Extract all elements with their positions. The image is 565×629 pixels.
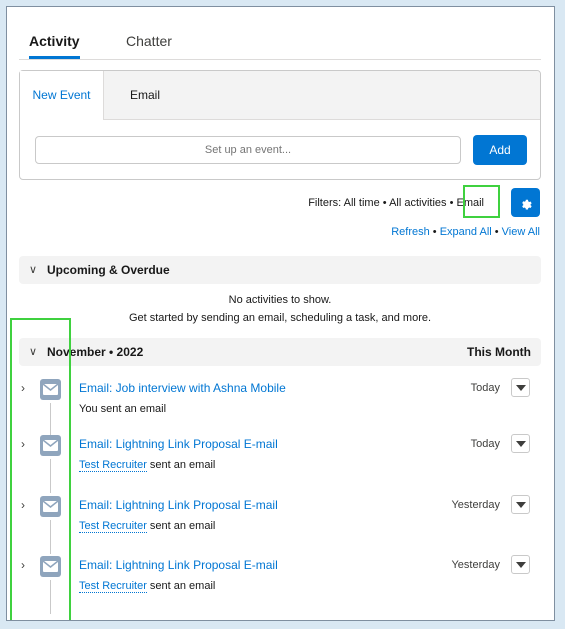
- activity-description-text: sent an email: [146, 459, 216, 471]
- item-actions-menu[interactable]: [511, 495, 530, 514]
- chevron-down-icon: [516, 441, 526, 447]
- tab-activity[interactable]: Activity: [29, 33, 80, 59]
- tab-chatter[interactable]: Chatter: [126, 33, 172, 49]
- refresh-link[interactable]: Refresh: [391, 226, 430, 238]
- view-all-link[interactable]: View All: [502, 226, 540, 238]
- timeline-item: › Email: Lightning Link Proposal E-mail …: [7, 495, 554, 558]
- section-title: Upcoming & Overdue: [47, 263, 170, 277]
- timeline-links: Refresh • Expand All • View All: [391, 226, 540, 238]
- month-section-header[interactable]: ∨ November • 2022 This Month: [19, 338, 541, 366]
- person-link[interactable]: Test Recruiter: [79, 459, 147, 472]
- person-link[interactable]: Test Recruiter: [79, 520, 147, 533]
- chevron-down-icon: ∨: [29, 264, 38, 276]
- tab-new-event[interactable]: New Event: [20, 71, 104, 120]
- timeline-item: › Email: Job interview with Ashna Mobile…: [7, 378, 554, 441]
- activity-description: Test Recruiter sent an email: [79, 580, 216, 593]
- activity-composer: New Event Email Add: [19, 70, 541, 180]
- activity-date: Today: [470, 382, 500, 394]
- activity-subject-link[interactable]: Email: Lightning Link Proposal E-mail: [79, 437, 278, 451]
- person-link[interactable]: Test Recruiter: [79, 580, 147, 593]
- event-input[interactable]: [35, 136, 461, 164]
- timeline-item: › Email: Lightning Link Proposal E-mail …: [7, 434, 554, 497]
- timeline-item: › Email: Lightning Link Proposal E-mail …: [7, 555, 554, 618]
- activity-subject-link[interactable]: Email: Lightning Link Proposal E-mail: [79, 558, 278, 572]
- activity-date: Yesterday: [451, 499, 500, 511]
- expand-all-link[interactable]: Expand All: [440, 226, 492, 238]
- gear-icon: [522, 199, 532, 210]
- item-actions-menu[interactable]: [511, 434, 530, 453]
- chevron-down-icon: [516, 502, 526, 508]
- activity-description: Test Recruiter sent an email: [79, 459, 216, 472]
- section-right-label: This Month: [467, 345, 531, 359]
- activity-description-text: sent an email: [146, 520, 216, 532]
- highlight-box: [463, 185, 500, 218]
- link-separator: •: [429, 226, 440, 238]
- empty-message: No activities to show.: [228, 294, 332, 306]
- empty-hint: Get started by sending an email, schedul…: [128, 312, 432, 324]
- activity-subject-link[interactable]: Email: Lightning Link Proposal E-mail: [79, 498, 278, 512]
- activity-subject-link[interactable]: Email: Job interview with Ashna Mobile: [79, 381, 286, 395]
- highlight-box: [10, 318, 71, 620]
- tab-email[interactable]: Email: [130, 71, 160, 119]
- filter-settings-button[interactable]: [511, 188, 540, 217]
- activity-description: You sent an email: [79, 403, 166, 415]
- filters-text: Filters: All time • All activities • Ema…: [308, 197, 484, 209]
- item-actions-menu[interactable]: [511, 555, 530, 574]
- chevron-down-icon: [516, 562, 526, 568]
- activity-panel: Activity Chatter New Event Email Add Fil…: [6, 6, 555, 621]
- activity-description-text: You sent an email: [79, 403, 167, 415]
- chevron-down-icon: [516, 385, 526, 391]
- activity-description-text: sent an email: [146, 580, 216, 592]
- tab-bar: Activity Chatter: [19, 29, 541, 60]
- link-separator: •: [491, 226, 502, 238]
- upcoming-section-header[interactable]: ∨ Upcoming & Overdue: [19, 256, 541, 284]
- activity-date: Today: [470, 438, 500, 450]
- activity-description: Test Recruiter sent an email: [79, 520, 216, 533]
- add-button[interactable]: Add: [473, 135, 527, 165]
- activity-date: Yesterday: [451, 559, 500, 571]
- item-actions-menu[interactable]: [511, 378, 530, 397]
- composer-tabs: New Event Email: [20, 71, 540, 120]
